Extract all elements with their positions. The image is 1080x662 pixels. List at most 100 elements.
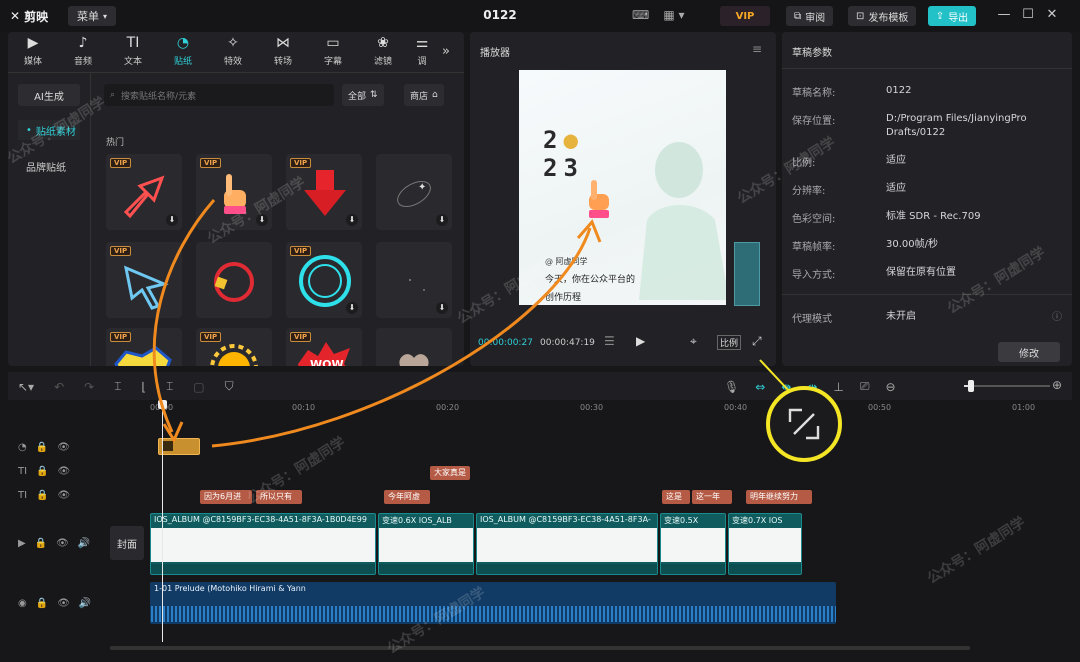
sticker-tile[interactable]: VIP ⬇	[106, 154, 182, 230]
current-time: 00:00:00:27	[478, 338, 533, 348]
vip-badge[interactable]: VIP	[720, 6, 770, 26]
linkage-icon[interactable]: ⇹	[807, 380, 817, 394]
lock-icon[interactable]: 🔒	[36, 466, 48, 477]
fullscreen-icon[interactable]: ⤢	[752, 334, 762, 349]
review-button[interactable]: ⧉ 审阅	[786, 6, 834, 26]
menu-button[interactable]: 菜单 ▾	[68, 6, 116, 26]
edit-params-button[interactable]: 修改	[998, 342, 1060, 362]
zoom-slider-handle[interactable]	[968, 380, 974, 392]
speaker-icon[interactable]: 🔊	[78, 538, 90, 549]
trim-left-icon[interactable]: ⌊	[141, 380, 146, 394]
close-icon[interactable]: ✕	[1042, 7, 1062, 22]
zoom-slider[interactable]	[964, 385, 1050, 387]
sticker-search-input[interactable]: ⌕ 搜索贴纸名称/元素	[104, 84, 334, 106]
screen-icon[interactable]: ⎚	[860, 379, 870, 394]
maximize-icon[interactable]: ☐	[1018, 7, 1038, 22]
zoom-out-icon[interactable]: ⊖	[885, 380, 895, 394]
auto-snap-icon[interactable]: ⇼	[781, 380, 791, 394]
tab-caption[interactable]: ▭ 字幕	[308, 35, 358, 67]
cover-button[interactable]: 封面	[110, 526, 144, 560]
eye-icon[interactable]: 👁	[56, 538, 69, 549]
download-icon[interactable]: ⬇	[436, 302, 448, 314]
download-icon[interactable]: ⬇	[436, 214, 448, 226]
tab-effect[interactable]: ✧ 特效	[208, 35, 258, 67]
eye-icon[interactable]: 👁	[58, 466, 71, 477]
help-icon[interactable]: ⓘ	[1052, 308, 1062, 323]
sticker-tile[interactable]	[196, 242, 272, 318]
text-clip[interactable]: 这是	[662, 490, 690, 504]
sticker-clip[interactable]	[158, 438, 200, 455]
video-clip[interactable]: IOS_ALBUM @C8159BF3-EC38-4A51-8F3A-1B0D4…	[150, 513, 376, 575]
layout-icon[interactable]: ▦ ▾	[663, 8, 684, 22]
list-icon[interactable]: ☰	[604, 334, 615, 348]
store-button[interactable]: 商店 ⌂	[404, 84, 444, 106]
audio-clip[interactable]: 1-01 Prelude (Motohiko Hirami & Yann	[150, 582, 836, 624]
microphone-icon[interactable]: 🎙	[724, 380, 739, 394]
sticker-tile[interactable]: VIP ⬇	[286, 242, 362, 318]
select-tool-icon[interactable]: ↖▾	[18, 380, 34, 394]
text-clip[interactable]: 明年继续努力	[746, 490, 812, 504]
speaker-icon[interactable]: 🔊	[79, 598, 91, 609]
menu-icon[interactable]: ≡	[752, 42, 762, 56]
main-track-magnet-icon[interactable]: ⇔	[755, 380, 765, 394]
video-clip[interactable]: 变速0.6X IOS_ALB	[378, 513, 474, 575]
horizontal-scrollbar[interactable]	[110, 646, 970, 650]
divider	[782, 294, 1072, 295]
eye-icon[interactable]: 👁	[58, 490, 71, 501]
publish-template-button[interactable]: ⊡ 发布模板	[848, 6, 917, 26]
preview-axis-icon[interactable]: ⊥	[833, 380, 843, 394]
sticker-tile[interactable]: VIP	[106, 328, 182, 366]
video-thumbnails	[729, 528, 801, 562]
play-icon[interactable]: ▶	[636, 334, 645, 348]
text-clip[interactable]: 大家真是	[430, 466, 470, 480]
trim-right-icon[interactable]: ⌶	[166, 379, 173, 394]
eye-icon[interactable]: 👁	[57, 598, 70, 609]
zoom-in-icon[interactable]: ⊕	[1052, 378, 1062, 392]
category-tabs: ▶ 媒体 ♪ 音频 TI 文本 ◔ 贴纸 ✧ 特效 ⋈ 转场 ▭ 字幕 ❀ 滤镜 ⚌ 调 »	[8, 35, 450, 67]
eye-icon[interactable]: 👁	[57, 442, 70, 453]
tab-audio[interactable]: ♪ 音频	[58, 35, 108, 67]
tab-sticker[interactable]: ◔ 贴纸	[158, 35, 208, 67]
download-icon[interactable]: ⬇	[346, 302, 358, 314]
video-clip[interactable]: 变速0.5X	[660, 513, 726, 575]
tab-adjust[interactable]: ⚌ 调	[408, 35, 436, 67]
tab-text[interactable]: TI 文本	[108, 35, 158, 67]
playhead-handle[interactable]	[158, 400, 167, 409]
export-button[interactable]: ⇪ 导出	[928, 6, 976, 26]
keyboard-icon[interactable]: ⌨	[632, 8, 649, 22]
video-clip[interactable]: 变速0.7X IOS	[728, 513, 802, 575]
lock-icon[interactable]: 🔒	[36, 442, 48, 453]
tab-media[interactable]: ▶ 媒体	[8, 35, 58, 67]
video-clip[interactable]: IOS_ALBUM @C8159BF3-EC38-4A51-8F3A-	[476, 513, 658, 575]
text-clip[interactable]: 今年阿虚	[384, 490, 430, 504]
lock-icon[interactable]: 🔒	[36, 598, 48, 609]
download-icon[interactable]: ⬇	[346, 214, 358, 226]
lock-icon[interactable]: 🔒	[35, 538, 47, 549]
sticker-tile[interactable]: VIP	[196, 328, 272, 366]
playhead[interactable]	[162, 404, 163, 642]
delete-icon[interactable]: ▢	[193, 380, 204, 394]
sticker-tile[interactable]: ⬇	[376, 242, 452, 318]
minimize-icon[interactable]: —	[994, 7, 1014, 22]
ratio-button[interactable]: 比例	[717, 335, 742, 350]
download-icon[interactable]: ⬇	[166, 214, 178, 226]
more-tabs-icon[interactable]: »	[442, 44, 450, 59]
shield-icon[interactable]: ⛉	[225, 379, 234, 394]
sticker-tile[interactable]: VIP WOW	[286, 328, 362, 366]
filter-all-button[interactable]: 全部 ⇅	[342, 84, 384, 106]
sticker-tile[interactable]: VIP	[106, 242, 182, 318]
ai-generate-button[interactable]: AI生成	[18, 84, 80, 106]
undo-icon[interactable]: ↶	[54, 380, 64, 394]
sticker-tile[interactable]: ✦ ⬇	[376, 154, 452, 230]
split-icon[interactable]: ⌶	[114, 379, 121, 394]
redo-icon[interactable]: ↷	[84, 380, 94, 394]
tab-transition[interactable]: ⋈ 转场	[258, 35, 308, 67]
text-clip[interactable]: 这一年	[692, 490, 732, 504]
param-label: 导入方式:	[792, 270, 836, 281]
screenshot-icon[interactable]: ⌖	[690, 334, 697, 349]
lock-icon[interactable]: 🔒	[36, 490, 48, 501]
sticker-tile[interactable]	[376, 328, 452, 366]
section-label: 热门	[106, 138, 125, 148]
tab-filter[interactable]: ❀ 滤镜	[358, 35, 408, 67]
time-ruler[interactable]: 00:00 00:10 00:20 00:30 00:40 00:50 01:0…	[150, 401, 1072, 417]
